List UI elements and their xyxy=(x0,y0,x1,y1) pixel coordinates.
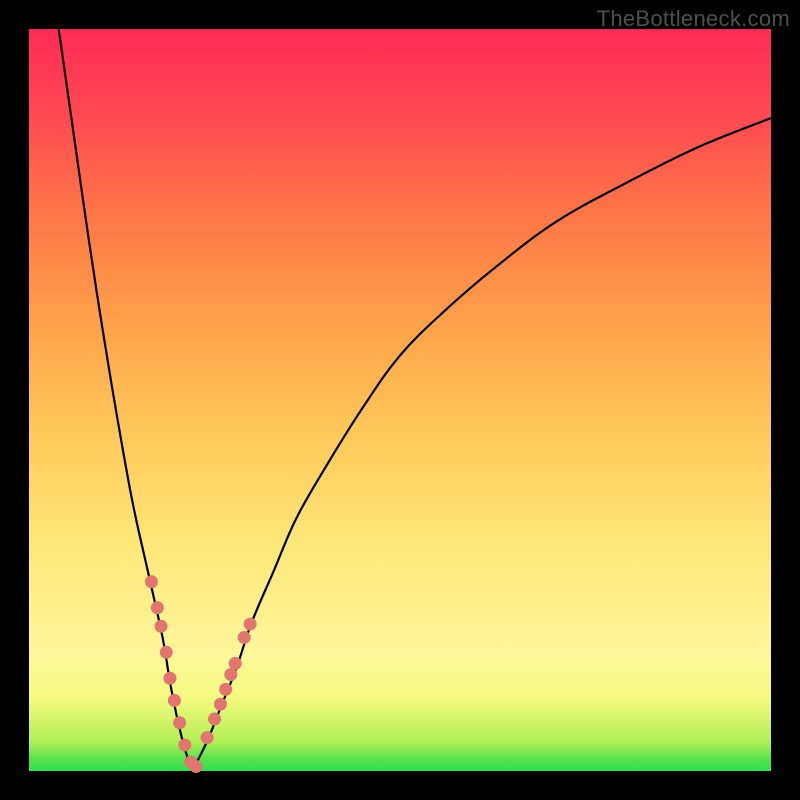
data-marker xyxy=(145,576,157,588)
data-marker xyxy=(160,646,172,658)
data-marker xyxy=(244,618,256,630)
watermark-text: TheBottleneck.com xyxy=(597,6,790,32)
data-marker xyxy=(155,620,167,632)
data-marker xyxy=(201,732,213,744)
data-marker xyxy=(190,761,202,773)
curve-left-branch xyxy=(59,29,193,771)
chart-svg xyxy=(29,29,771,771)
curve-right-branch xyxy=(192,118,771,771)
data-marker xyxy=(229,657,241,669)
plot-area xyxy=(29,29,771,771)
outer-frame: TheBottleneck.com xyxy=(0,0,800,800)
data-marker xyxy=(174,717,186,729)
data-marker xyxy=(220,683,232,695)
data-marker xyxy=(238,631,250,643)
data-marker xyxy=(164,672,176,684)
data-marker xyxy=(209,713,221,725)
data-marker xyxy=(225,669,237,681)
data-marker xyxy=(179,739,191,751)
data-marker xyxy=(214,698,226,710)
data-marker xyxy=(168,695,180,707)
marker-group xyxy=(145,576,256,773)
data-marker xyxy=(151,602,163,614)
